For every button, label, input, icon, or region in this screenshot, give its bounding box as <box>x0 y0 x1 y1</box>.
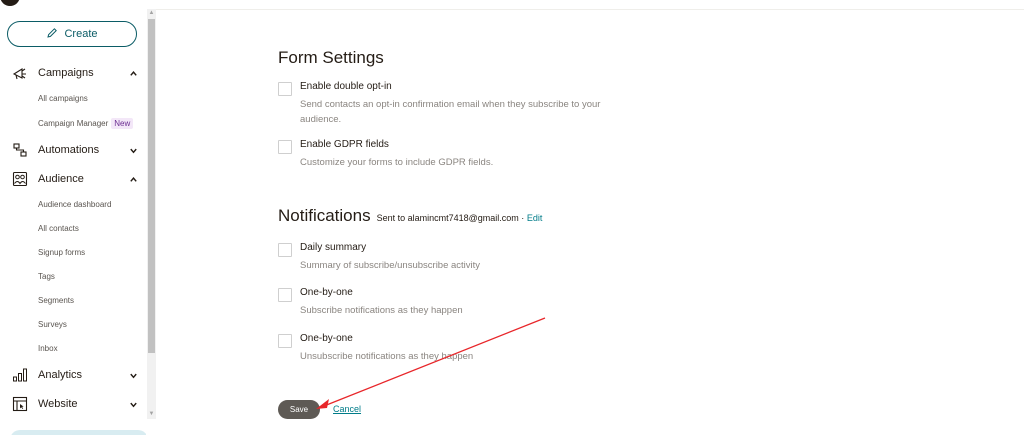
nav-website[interactable]: Website <box>0 394 146 414</box>
nav-audience-dashboard[interactable]: Audience dashboard <box>38 197 111 211</box>
nav-signup-forms-label: Signup forms <box>38 247 86 257</box>
create-button-label: Create <box>64 28 98 40</box>
double-opt-in-option: Enable double opt-in Send contacts an op… <box>278 81 658 126</box>
nav-audience[interactable]: Audience <box>0 169 146 189</box>
bar-chart-icon <box>12 367 28 383</box>
daily-summary-label: Daily summary <box>300 242 367 253</box>
nav-automations[interactable]: Automations <box>0 140 146 160</box>
mailchimp-logo-icon[interactable] <box>0 0 20 6</box>
create-button[interactable]: Create <box>7 21 137 47</box>
nav-signup-forms[interactable]: Signup forms <box>38 245 85 259</box>
subscribe-notifications-label: One-by-one <box>300 287 353 298</box>
nav-campaign-manager-label: Campaign Manager <box>38 118 109 128</box>
nav-tags[interactable]: Tags <box>38 269 55 283</box>
scroll-up-arrow-icon[interactable]: ▲ <box>148 10 155 16</box>
people-icon <box>12 171 28 187</box>
nav-all-contacts-label: All contacts <box>38 223 79 233</box>
chevron-down-icon[interactable] <box>129 146 138 155</box>
unsubscribe-notifications-option: One-by-one Unsubscribe notifications as … <box>278 333 658 364</box>
daily-summary-option: Daily summary Summary of subscribe/unsub… <box>278 242 658 273</box>
nav-automations-label: Automations <box>38 144 100 156</box>
unsubscribe-notifications-label: One-by-one <box>300 333 353 344</box>
sidebar-bottom-banner[interactable] <box>10 430 146 435</box>
gdpr-checkbox[interactable] <box>278 140 292 154</box>
megaphone-icon <box>12 65 28 81</box>
subscribe-notifications-checkbox[interactable] <box>278 288 292 302</box>
nav-surveys[interactable]: Surveys <box>38 317 67 331</box>
edit-email-link[interactable]: Edit <box>527 213 543 223</box>
nav-inbox[interactable]: Inbox <box>38 341 58 355</box>
nav-all-contacts[interactable]: All contacts <box>38 221 79 235</box>
gdpr-label: Enable GDPR fields <box>300 139 389 150</box>
nav-all-campaigns[interactable]: All campaigns <box>38 91 88 105</box>
sidebar-scrollbar[interactable]: ▲ ▼ <box>147 9 156 419</box>
chevron-down-icon[interactable] <box>129 400 138 409</box>
double-opt-in-checkbox[interactable] <box>278 82 292 96</box>
save-button[interactable]: Save <box>278 400 320 419</box>
nav-audience-dashboard-label: Audience dashboard <box>38 199 112 209</box>
notifications-sent-to-text: Sent to alamincmt7418@gmail.com · <box>376 213 527 223</box>
unsubscribe-notifications-description: Unsubscribe notifications as they happen <box>300 351 474 362</box>
nav-surveys-label: Surveys <box>38 319 67 329</box>
browser-window-icon <box>12 396 28 412</box>
nav-segments-label: Segments <box>38 295 75 305</box>
cancel-link[interactable]: Cancel <box>333 404 361 414</box>
subscribe-notifications-description: Subscribe notifications as they happen <box>300 305 463 316</box>
gdpr-description: Customize your forms to include GDPR fie… <box>300 157 494 168</box>
nav-campaign-manager[interactable]: Campaign Manager New <box>38 116 134 130</box>
pencil-icon <box>46 27 58 42</box>
subscribe-notifications-option: One-by-one Subscribe notifications as th… <box>278 287 658 318</box>
form-settings-title: Form Settings <box>278 48 384 67</box>
nav-inbox-label: Inbox <box>38 343 58 353</box>
nav-campaigns-label: Campaigns <box>38 67 94 79</box>
workflow-icon <box>12 142 28 158</box>
chevron-up-icon[interactable] <box>129 69 138 78</box>
gdpr-option: Enable GDPR fields Customize your forms … <box>278 139 658 170</box>
double-opt-in-description: Send contacts an opt-in confirmation ema… <box>300 99 601 125</box>
nav-tags-label: Tags <box>38 271 55 281</box>
chevron-up-icon[interactable] <box>129 175 138 184</box>
new-badge: New <box>111 117 134 129</box>
sidebar: Create Campaigns All campaigns Campaign … <box>0 0 146 435</box>
nav-analytics[interactable]: Analytics <box>0 365 146 385</box>
unsubscribe-notifications-checkbox[interactable] <box>278 334 292 348</box>
nav-all-campaigns-label: All campaigns <box>38 93 88 103</box>
nav-analytics-label: Analytics <box>38 369 83 381</box>
app-root: Create Campaigns All campaigns Campaign … <box>0 0 1024 435</box>
nav-campaigns[interactable]: Campaigns <box>0 63 146 83</box>
scrollbar-thumb[interactable] <box>148 19 155 353</box>
nav-segments[interactable]: Segments <box>38 293 74 307</box>
daily-summary-checkbox[interactable] <box>278 243 292 257</box>
notifications-recipient: Sent to alamincmt7418@gmail.com · Edit <box>377 213 543 223</box>
double-opt-in-label: Enable double opt-in <box>300 81 392 92</box>
notifications-header: Notifications Sent to alamincmt7418@gmail… <box>278 206 542 226</box>
daily-summary-description: Summary of subscribe/unsubscribe activit… <box>300 260 481 271</box>
scroll-down-arrow-icon[interactable]: ▼ <box>148 411 155 417</box>
notifications-title: Notifications <box>278 206 371 225</box>
main-content: Form Settings Enable double opt-in Send … <box>156 0 1024 435</box>
nav-audience-label: Audience <box>38 173 84 185</box>
chevron-down-icon[interactable] <box>129 371 138 380</box>
nav-website-label: Website <box>38 398 78 410</box>
